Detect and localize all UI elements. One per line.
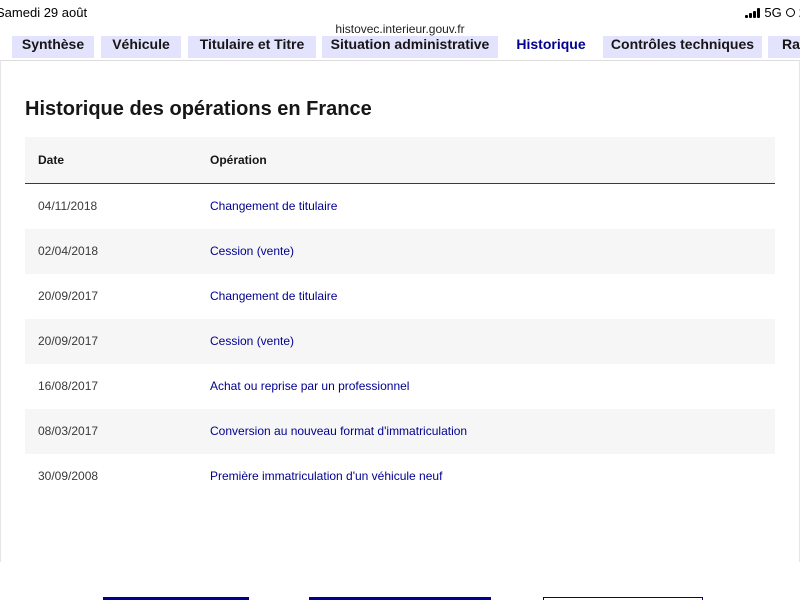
table-row: 16/08/2017 Achat ou reprise par un profe… — [25, 364, 775, 409]
table-header: Date Opération — [25, 137, 775, 184]
row-operation: Changement de titulaire — [210, 199, 338, 213]
status-bar: Samedi 29 août 5G 2 — [0, 0, 800, 22]
status-indicators: 5G 2 — [745, 5, 800, 20]
bottom-actions — [0, 562, 800, 600]
tab-label: Rap — [782, 36, 800, 52]
tab-controles-techniques[interactable]: Contrôles techniques — [603, 36, 762, 58]
table-row: 02/04/2018 Cession (vente) — [25, 229, 775, 274]
row-date: 04/11/2018 — [38, 199, 98, 213]
row-operation: Changement de titulaire — [210, 289, 338, 303]
tab-label: Situation administrative — [330, 36, 490, 52]
signal-icon — [745, 7, 761, 18]
table-row: 20/09/2017 Changement de titulaire — [25, 274, 775, 319]
tab-situation-administrative[interactable]: Situation administrative — [322, 36, 498, 58]
row-date: 20/09/2017 — [38, 289, 99, 303]
row-date: 16/08/2017 — [38, 379, 99, 393]
tab-label: Véhicule — [112, 36, 170, 52]
tab-bar: Synthèse Véhicule Titulaire et Titre Sit… — [0, 36, 800, 60]
tab-historique[interactable]: Historique — [505, 36, 597, 58]
tab-titulaire-et-titre[interactable]: Titulaire et Titre — [188, 36, 316, 58]
tab-label: Synthèse — [21, 36, 85, 52]
row-operation: Cession (vente) — [210, 244, 295, 258]
table-row: 30/09/2008 Première immatriculation d'un… — [25, 454, 775, 499]
row-operation: Conversion au nouveau format d'immatricu… — [210, 424, 468, 438]
tab-rapport[interactable]: Rap — [768, 36, 800, 58]
row-date: 02/04/2018 — [38, 244, 99, 258]
history-table: Date Opération 04/11/2018 Changement de … — [25, 137, 775, 499]
network-label: 5G — [764, 5, 782, 20]
tab-synthese[interactable]: Synthèse — [12, 36, 94, 58]
url-text: histovec.interieur.gouv.fr — [335, 22, 465, 36]
row-date: 30/09/2008 — [38, 469, 99, 483]
table-row: 04/11/2018 Changement de titulaire — [25, 184, 775, 229]
column-header-operation: Opération — [210, 153, 267, 167]
row-date: 20/09/2017 — [38, 334, 99, 348]
table-row: 08/03/2017 Conversion au nouveau format … — [25, 409, 775, 454]
tab-label: Contrôles techniques — [610, 36, 755, 52]
row-date: 08/03/2017 — [38, 424, 99, 438]
tab-vehicule[interactable]: Véhicule — [101, 36, 181, 58]
status-time: Samedi 29 août — [0, 5, 88, 20]
row-operation: Achat ou reprise par un professionnel — [210, 379, 410, 393]
row-operation: Cession (vente) — [210, 334, 295, 348]
location-icon — [785, 8, 795, 17]
tab-label: Historique — [516, 36, 586, 52]
column-header-date: Date — [38, 153, 65, 167]
tab-label: Titulaire et Titre — [199, 36, 305, 52]
table-row: 20/09/2017 Cession (vente) — [25, 319, 775, 364]
page-title: Historique des opérations en France — [25, 98, 372, 120]
row-operation: Première immatriculation d'un véhicule n… — [210, 469, 443, 483]
